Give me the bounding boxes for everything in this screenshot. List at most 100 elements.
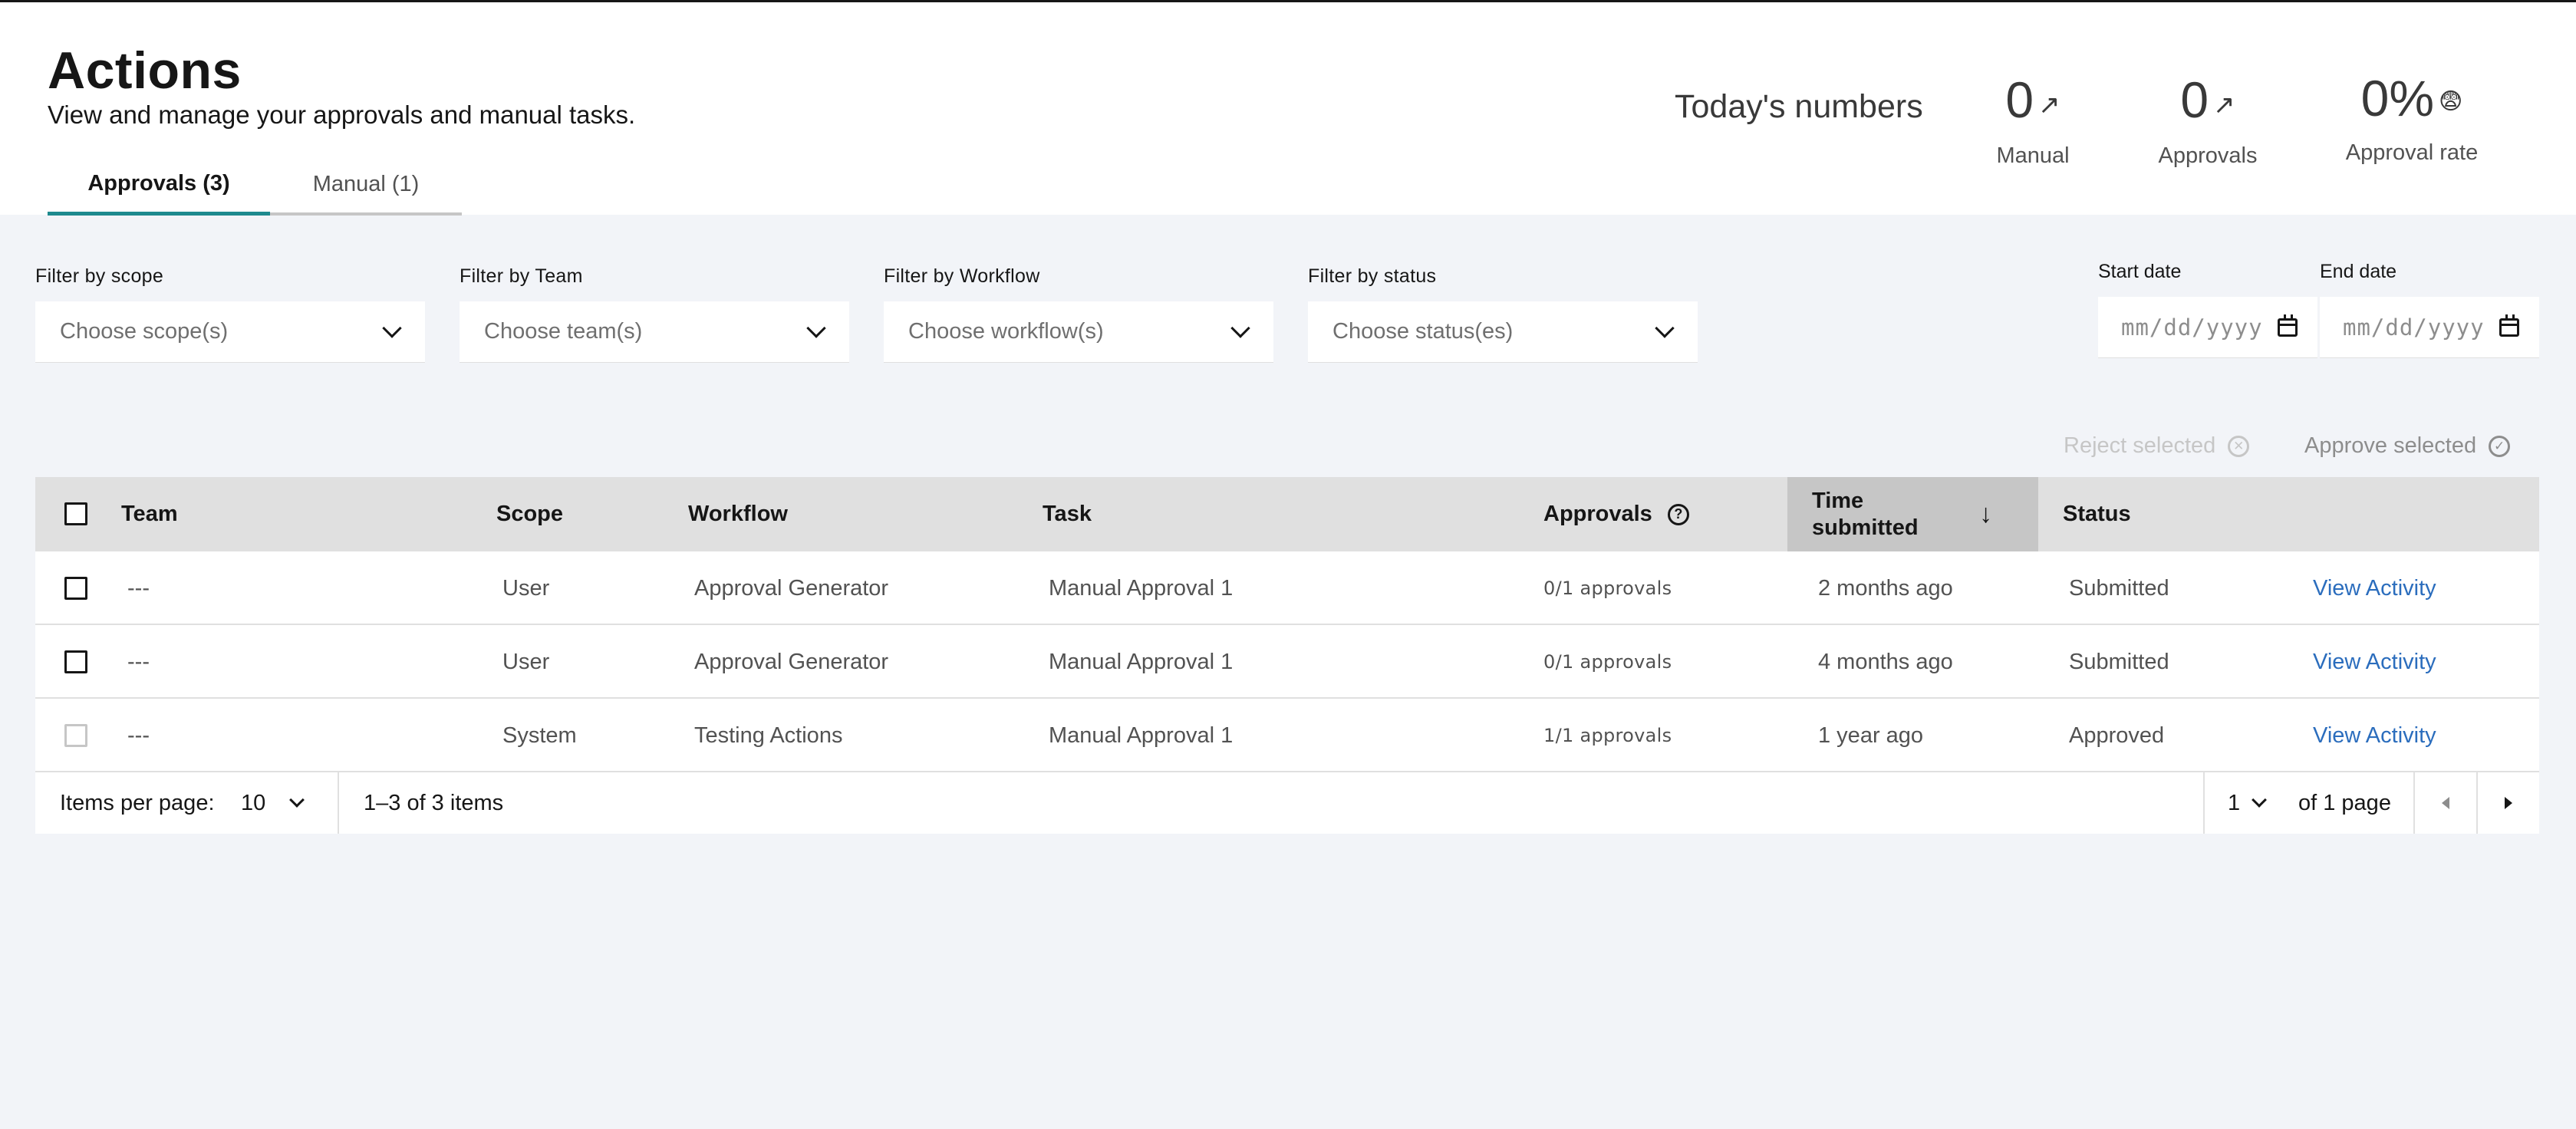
start-date-input[interactable]: mm/dd/yyyy xyxy=(2098,297,2317,358)
start-date-filter: Start date mm/dd/yyyy xyxy=(2098,261,2317,358)
previous-page-button[interactable] xyxy=(2415,772,2476,834)
page-header: Actions View and manage your approvals a… xyxy=(0,2,2576,216)
items-per-page-select[interactable]: 10 xyxy=(241,772,305,834)
cell-time-submitted: 4 months ago xyxy=(1818,649,1953,674)
column-header-time-label-2: submitted xyxy=(1812,515,1919,540)
filter-scope: Filter by scope Choose scope(s) xyxy=(35,265,425,363)
stat-approval-rate-value: 0% xyxy=(2360,70,2435,127)
workflow-dropdown-placeholder: Choose workflow(s) xyxy=(908,319,1104,344)
checkmark-circle-icon: ✓ xyxy=(2489,435,2511,457)
caret-left-icon xyxy=(2442,797,2449,809)
reject-selected-button[interactable]: Reject selected ✕ xyxy=(2064,433,2250,459)
item-range: 1–3 of 3 items xyxy=(364,790,504,815)
filter-status: Filter by status Choose status(es) xyxy=(1308,265,1698,363)
cell-task: Manual Approval 1 xyxy=(1049,575,1234,601)
approve-selected-button[interactable]: Approve selected ✓ xyxy=(2304,433,2511,459)
cell-scope: User xyxy=(502,649,550,674)
chevron-down-icon xyxy=(1655,318,1675,338)
cell-scope: User xyxy=(502,575,550,601)
approve-selected-label: Approve selected xyxy=(2304,433,2477,458)
end-date-label: End date xyxy=(2320,261,2397,282)
column-header-time-label-1: Time xyxy=(1812,488,1864,513)
end-date-input[interactable]: mm/dd/yyyy xyxy=(2320,297,2539,358)
status-dropdown[interactable]: Choose status(es) xyxy=(1308,301,1698,363)
tab-approvals[interactable]: Approvals (3) xyxy=(48,156,270,216)
team-dropdown-placeholder: Choose team(s) xyxy=(484,319,643,344)
stat-approvals-value: 0 xyxy=(2180,71,2209,128)
table-row: --- User Approval Generator Manual Appro… xyxy=(35,625,2539,699)
cell-team: --- xyxy=(127,722,150,748)
view-activity-link[interactable]: View Activity xyxy=(2313,551,2436,625)
arrow-down-icon: ↓ xyxy=(1979,499,1992,528)
cell-approvals: 0/1 approvals xyxy=(1543,578,1672,599)
column-header-team[interactable]: Team xyxy=(121,477,178,551)
team-dropdown[interactable]: Choose team(s) xyxy=(460,301,849,363)
close-circle-icon: ✕ xyxy=(2228,435,2250,457)
chevron-down-icon xyxy=(806,318,826,338)
help-icon[interactable]: ? xyxy=(1667,503,1689,525)
cell-status: Submitted xyxy=(2069,575,2169,601)
divider xyxy=(338,772,339,834)
column-header-approvals-label: Approvals xyxy=(1543,502,1652,526)
column-header-status[interactable]: Status xyxy=(2063,477,2131,551)
cell-team: --- xyxy=(127,575,150,601)
cell-task: Manual Approval 1 xyxy=(1049,722,1234,748)
stat-approval-rate-label: Approval rate xyxy=(2345,140,2479,165)
stat-manual-label: Manual xyxy=(1996,143,2070,168)
filter-scope-label: Filter by scope xyxy=(35,265,164,287)
items-per-page-value: 10 xyxy=(241,790,266,815)
row-checkbox-disabled xyxy=(64,724,87,747)
scope-dropdown-placeholder: Choose scope(s) xyxy=(60,319,229,344)
arrow-up-right-icon: ↗ xyxy=(2038,91,2060,120)
view-activity-link[interactable]: View Activity xyxy=(2313,699,2436,772)
column-header-time-submitted[interactable]: Time submitted ↓ xyxy=(1787,477,2038,551)
calendar-icon[interactable] xyxy=(2499,314,2519,337)
filter-workflow: Filter by Workflow Choose workflow(s) xyxy=(884,265,1273,363)
end-date-filter: End date mm/dd/yyyy xyxy=(2320,261,2539,358)
select-all-checkbox[interactable] xyxy=(64,502,87,525)
next-page-button[interactable] xyxy=(2478,772,2539,834)
cell-time-submitted: 1 year ago xyxy=(1818,722,1924,748)
items-per-page: Items per page: xyxy=(60,772,215,834)
page-subtitle: View and manage your approvals and manua… xyxy=(48,100,636,129)
cell-workflow: Approval Generator xyxy=(694,575,889,601)
pagination: Items per page: 10 1–3 of 3 items 1 of 1… xyxy=(35,772,2539,834)
column-header-task[interactable]: Task xyxy=(1043,477,1092,551)
start-date-label: Start date xyxy=(2098,261,2182,282)
cell-workflow: Testing Actions xyxy=(694,722,843,748)
tab-manual[interactable]: Manual (1) xyxy=(270,156,462,216)
view-activity-link[interactable]: View Activity xyxy=(2313,625,2436,699)
stat-manual: 0 ↗ Manual xyxy=(1948,65,2117,169)
row-checkbox[interactable] xyxy=(64,577,87,600)
chevron-down-icon xyxy=(1230,318,1250,338)
caret-right-icon xyxy=(2505,797,2512,809)
table-row: --- System Testing Actions Manual Approv… xyxy=(35,699,2539,772)
column-header-workflow[interactable]: Workflow xyxy=(688,477,788,551)
approvals-table: Team Scope Workflow Task Approvals ? Tim… xyxy=(35,477,2539,834)
workflow-dropdown[interactable]: Choose workflow(s) xyxy=(884,301,1273,363)
scope-dropdown[interactable]: Choose scope(s) xyxy=(35,301,425,363)
cell-time-submitted: 2 months ago xyxy=(1818,575,1953,601)
column-header-approvals[interactable]: Approvals ? xyxy=(1543,477,1689,551)
page-count: of 1 page xyxy=(2298,790,2391,815)
items-per-page-label: Items per page: xyxy=(60,790,215,815)
filter-team: Filter by Team Choose team(s) xyxy=(460,265,849,363)
arrow-up-right-icon: ↗ xyxy=(2213,91,2235,120)
calendar-icon[interactable] xyxy=(2278,314,2298,337)
cell-scope: System xyxy=(502,722,577,748)
chevron-down-icon xyxy=(289,792,305,808)
divider xyxy=(2203,772,2205,834)
column-header-scope[interactable]: Scope xyxy=(496,477,563,551)
cell-status: Approved xyxy=(2069,722,2165,748)
chevron-down-icon xyxy=(2252,792,2268,808)
end-date-placeholder: mm/dd/yyyy xyxy=(2343,314,2485,341)
table-header: Team Scope Workflow Task Approvals ? Tim… xyxy=(35,477,2539,551)
chevron-down-icon xyxy=(382,318,402,338)
page-select[interactable]: 1 xyxy=(2228,772,2268,834)
stat-approvals-label: Approvals xyxy=(2158,143,2258,168)
row-checkbox[interactable] xyxy=(64,650,87,673)
stat-manual-value: 0 xyxy=(2005,71,2034,128)
page-title: Actions xyxy=(48,41,242,100)
filter-workflow-label: Filter by Workflow xyxy=(884,265,1040,287)
stat-approvals: 0 ↗ Approvals xyxy=(2123,65,2292,169)
